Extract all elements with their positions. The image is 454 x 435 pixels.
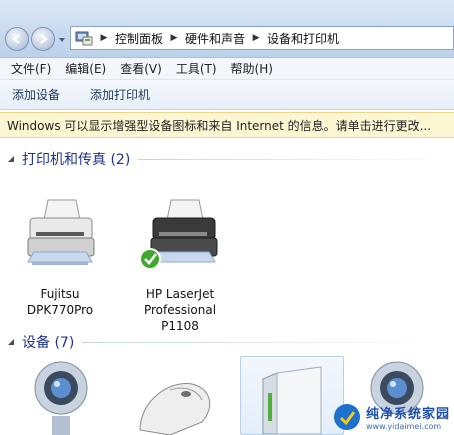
command-bar: 添加设备 添加打印机 bbox=[0, 80, 454, 110]
printer-label-line: DPK770Pro bbox=[26, 303, 94, 317]
address-bar: ▶ 控制面板 ▶ 硬件和声音 ▶ 设备和打印机 bbox=[0, 0, 454, 58]
external-drive-icon bbox=[262, 366, 322, 435]
control-panel-icon bbox=[75, 31, 93, 46]
devices-group-header[interactable]: 设备 (7) bbox=[6, 333, 450, 351]
collapse-triangle-icon[interactable] bbox=[6, 337, 16, 347]
group-divider bbox=[138, 158, 450, 160]
arrow-right-icon bbox=[40, 34, 48, 44]
menu-tools[interactable]: 工具(T) bbox=[169, 60, 224, 77]
device-webcam[interactable] bbox=[26, 358, 96, 435]
menu-help[interactable]: 帮助(H) bbox=[224, 60, 280, 77]
device-mouse[interactable] bbox=[130, 370, 220, 435]
watermark-url: www.yidaimei.com bbox=[366, 422, 442, 431]
breadcrumb-separator[interactable]: ▶ bbox=[167, 33, 181, 43]
group-divider bbox=[82, 341, 450, 343]
info-bar[interactable]: Windows 可以显示增强型设备图标和来自 Internet 的信息。请单击进… bbox=[0, 112, 454, 138]
printer-icon bbox=[27, 199, 95, 265]
menu-view[interactable]: 查看(V) bbox=[113, 60, 169, 77]
breadcrumb[interactable]: ▶ 控制面板 ▶ 硬件和声音 ▶ 设备和打印机 bbox=[70, 26, 454, 50]
mouse-icon bbox=[139, 383, 211, 435]
printers-group-title: 打印机和传真 (2) bbox=[22, 152, 131, 168]
printers-group-header[interactable]: 打印机和传真 (2) bbox=[6, 150, 450, 168]
menu-bar: 文件(F) 编辑(E) 查看(V) 工具(T) 帮助(H) bbox=[0, 58, 454, 80]
breadcrumb-devices-printers[interactable]: 设备和打印机 bbox=[263, 30, 343, 47]
menu-edit[interactable]: 编辑(E) bbox=[58, 60, 113, 77]
printer-label-line: Fujitsu bbox=[40, 287, 80, 301]
printer-label-line: P1108 bbox=[161, 319, 199, 333]
printer-label-line: Professional bbox=[143, 303, 217, 317]
breadcrumb-hardware-sound[interactable]: 硬件和声音 bbox=[181, 30, 249, 47]
site-watermark: 纯净系统家园 www.yidaimei.com bbox=[332, 400, 452, 434]
printer-label-line: HP LaserJet bbox=[145, 287, 215, 301]
forward-button[interactable] bbox=[31, 27, 55, 51]
printer-fujitsu[interactable]: Fujitsu DPK770Pro bbox=[12, 196, 108, 318]
menu-file[interactable]: 文件(F) bbox=[4, 60, 58, 77]
collapse-triangle-icon[interactable] bbox=[6, 154, 16, 164]
device-external-drive[interactable] bbox=[240, 356, 344, 435]
breadcrumb-control-panel[interactable]: 控制面板 bbox=[111, 30, 167, 47]
printer-icon bbox=[139, 199, 218, 270]
default-check-icon bbox=[139, 248, 161, 270]
history-dropdown-icon[interactable] bbox=[58, 36, 66, 44]
watermark-logo-icon bbox=[334, 404, 360, 430]
add-device-button[interactable]: 添加设备 bbox=[12, 86, 60, 103]
back-button[interactable] bbox=[5, 27, 29, 51]
devices-group-title: 设备 (7) bbox=[22, 335, 75, 351]
breadcrumb-separator[interactable]: ▶ bbox=[249, 33, 263, 43]
arrow-left-icon bbox=[12, 34, 20, 44]
webcam-icon bbox=[34, 361, 88, 435]
add-printer-button[interactable]: 添加打印机 bbox=[90, 86, 150, 103]
printer-hp-laserjet[interactable]: HP LaserJet Professional P1108 bbox=[122, 196, 238, 334]
breadcrumb-separator[interactable]: ▶ bbox=[97, 33, 111, 43]
watermark-name: 纯净系统家园 bbox=[366, 407, 451, 422]
